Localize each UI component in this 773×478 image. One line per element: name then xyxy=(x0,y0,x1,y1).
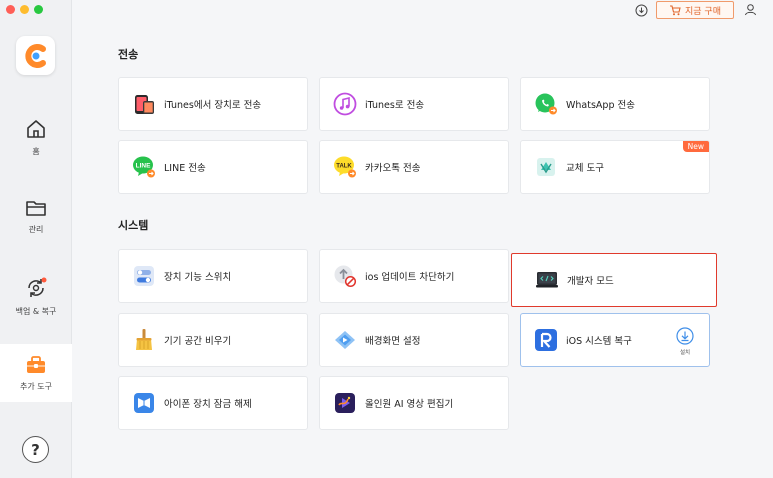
card-switch-tool[interactable]: 교체 도구 New xyxy=(520,140,710,194)
backup-restore-icon xyxy=(28,277,47,297)
main-content: 전송 iTunes에서 장치로 전송 iTunes로 전송 WhatsApp 전… xyxy=(72,22,773,478)
card-iphone-unlock[interactable]: 아이폰 장치 잠금 해제 xyxy=(118,376,308,430)
broom-icon xyxy=(136,329,152,350)
sidebar: 홈 관리 백업 & 복구 추가 도구 ? xyxy=(0,0,72,478)
card-line-transfer[interactable]: LINE LINE 전송 xyxy=(118,140,308,194)
close-window-button[interactable] xyxy=(6,5,15,14)
card-label: 카카오톡 전송 xyxy=(365,163,421,174)
home-icon xyxy=(27,120,45,138)
sidebar-item-extra-tools[interactable]: 추가 도구 xyxy=(0,344,72,402)
wallpaper-icon xyxy=(335,331,355,349)
card-itunes-transfer[interactable]: iTunes로 전송 xyxy=(319,77,509,131)
card-block-ios-update[interactable]: ios 업데이트 차단하기 xyxy=(319,249,509,303)
card-kakaotalk-transfer[interactable]: TALK 카카오톡 전송 xyxy=(319,140,509,194)
itunes-to-device-icon xyxy=(135,95,154,114)
card-label: LINE 전송 xyxy=(164,163,206,174)
install-label: 설치 xyxy=(679,350,691,356)
install-button[interactable]: 설치 xyxy=(676,327,694,356)
card-ios-system-repair[interactable]: iOS 시스템 복구 설치 xyxy=(520,313,710,367)
help-button[interactable]: ? xyxy=(22,436,49,463)
card-label: ios 업데이트 차단하기 xyxy=(365,272,455,283)
buy-now-label: 지금 구매 xyxy=(685,6,721,17)
switch-tool-icon xyxy=(537,158,555,176)
block-update-icon xyxy=(334,265,357,288)
svg-text:LINE: LINE xyxy=(136,163,151,170)
sidebar-item-manage[interactable]: 관리 xyxy=(0,198,72,235)
sidebar-item-label: 추가 도구 xyxy=(20,381,52,391)
toolbox-icon xyxy=(27,355,45,373)
kakaotalk-icon: TALK xyxy=(334,156,356,178)
card-whatsapp-transfer[interactable]: WhatsApp 전송 xyxy=(520,77,710,131)
card-label: 교체 도구 xyxy=(566,163,604,174)
section-title-transfer: 전송 xyxy=(118,48,139,61)
sidebar-item-backup[interactable]: 백업 & 복구 xyxy=(0,276,72,317)
card-label: 배경화면 설정 xyxy=(365,336,421,347)
ios-repair-icon xyxy=(535,329,557,351)
minimize-window-button[interactable] xyxy=(20,5,29,14)
card-free-up-space[interactable]: 기기 공간 비우기 xyxy=(118,313,308,367)
card-label: WhatsApp 전송 xyxy=(566,100,635,111)
card-device-feature-switch[interactable]: 장치 기능 스위치 xyxy=(118,249,308,303)
section-title-system: 시스템 xyxy=(118,219,149,232)
sidebar-item-home[interactable]: 홈 xyxy=(0,118,72,157)
whatsapp-icon xyxy=(535,93,557,115)
app-logo xyxy=(16,36,55,75)
card-label: 기기 공간 비우기 xyxy=(164,336,232,347)
sidebar-item-label: 관리 xyxy=(28,225,44,234)
line-icon: LINE xyxy=(133,156,155,178)
developer-mode-icon xyxy=(536,272,558,288)
card-label: 올인원 AI 영상 편집기 xyxy=(365,399,454,410)
card-label: iOS 시스템 복구 xyxy=(566,336,632,347)
card-label: 개발자 모드 xyxy=(567,276,614,287)
user-icon[interactable] xyxy=(744,3,757,16)
svg-text:TALK: TALK xyxy=(336,164,352,170)
notification-dot xyxy=(41,277,47,283)
download-icon[interactable] xyxy=(635,4,648,17)
maximize-window-button[interactable] xyxy=(34,5,43,14)
toggle-switch-icon xyxy=(134,266,154,286)
unlock-icon xyxy=(134,393,154,413)
folder-icon xyxy=(26,201,46,216)
new-badge: New xyxy=(682,141,709,152)
sidebar-item-label: 백업 & 복구 xyxy=(15,307,57,316)
window-controls xyxy=(6,5,43,14)
card-label: 장치 기능 스위치 xyxy=(164,272,232,283)
card-label: iTunes에서 장치로 전송 xyxy=(164,100,262,111)
card-label: 아이폰 장치 잠금 해제 xyxy=(164,399,252,410)
card-label: iTunes로 전송 xyxy=(365,100,425,111)
sidebar-item-label: 홈 xyxy=(32,147,40,156)
app-logo-icon xyxy=(24,43,46,68)
card-ai-video-editor[interactable]: 올인원 AI 영상 편집기 xyxy=(319,376,509,430)
card-wallpaper-settings[interactable]: 배경화면 설정 xyxy=(319,313,509,367)
card-itunes-to-device[interactable]: iTunes에서 장치로 전송 xyxy=(118,77,308,131)
card-developer-mode[interactable]: 개발자 모드 xyxy=(511,253,717,307)
top-bar: 지금 구매 xyxy=(72,0,773,22)
cart-icon xyxy=(670,4,681,15)
install-download-icon xyxy=(676,327,694,345)
buy-now-button[interactable]: 지금 구매 xyxy=(656,1,734,19)
itunes-icon xyxy=(333,92,357,116)
ai-video-icon xyxy=(335,393,355,413)
